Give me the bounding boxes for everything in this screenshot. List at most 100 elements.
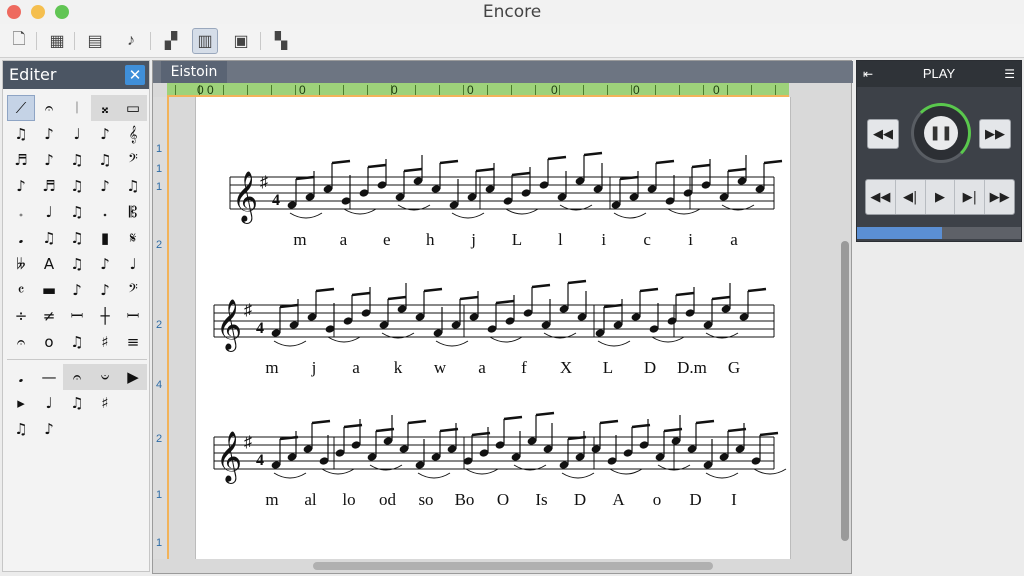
skip-forward-button[interactable]: ▶▶ <box>985 180 1014 214</box>
palette-tool[interactable]: ♪ <box>35 416 63 442</box>
palette-tool[interactable]: ≠ <box>35 303 63 329</box>
palette-tool[interactable]: — <box>35 364 63 390</box>
palette-tool[interactable]: 𝅘 <box>7 364 35 390</box>
horizontal-scrollbar[interactable] <box>313 562 713 570</box>
palette-tool[interactable]: ♩ <box>35 199 63 225</box>
palette-tool[interactable]: ♫ <box>63 173 91 199</box>
playback-tools-icon[interactable]: ♪ <box>118 28 144 54</box>
palette-tool[interactable]: ♪ <box>91 277 119 303</box>
palette-tool[interactable]: 𝄪 <box>91 95 119 121</box>
palette-tool[interactable]: 𝄐 <box>63 364 91 390</box>
fast-forward-button[interactable]: ▶▶ <box>979 119 1011 149</box>
minimize-window-button[interactable] <box>31 5 45 19</box>
palette-tool[interactable]: ♫ <box>91 147 119 173</box>
palette-tool[interactable]: 𝆹 <box>7 199 35 225</box>
palette-tool[interactable]: ♪ <box>35 147 63 173</box>
lyric-syllable: j <box>470 230 476 249</box>
palette-tool[interactable]: ♩ <box>119 251 147 277</box>
palette-tool[interactable]: ⟋ <box>7 95 35 121</box>
palette-tool[interactable]: 𝄐 <box>35 95 63 121</box>
close-icon[interactable]: ✕ <box>125 65 145 85</box>
save-icon[interactable]: ▦ <box>44 28 70 54</box>
ruler-marker[interactable]: 0 <box>551 83 558 97</box>
play-panel: ⇤ PLAY ☰ ◀◀ ❚❚ ▶▶ ◀◀ ◀| ▶ ▶| ▶▶ <box>856 60 1022 242</box>
palette-tool[interactable]: ♪ <box>91 121 119 147</box>
palette-tool[interactable]: 𝄑 <box>91 364 119 390</box>
palette-tool[interactable]: 𝄡 <box>119 199 147 225</box>
next-button[interactable]: ▶| <box>955 180 986 214</box>
menu-icon[interactable]: ☰ <box>1004 61 1015 87</box>
palette-tool[interactable]: ▬ <box>35 277 63 303</box>
palette-tool[interactable]: ▶ <box>119 364 147 390</box>
ruler-marker[interactable]: 0 <box>299 83 306 97</box>
palette-tool[interactable]: ♫ <box>63 251 91 277</box>
palette-tool[interactable]: 𝄩 <box>119 303 147 329</box>
score-staves[interactable]: 𝄞 ♯4m a e h j Ll i c i a𝄞 ♯4m j a k w a f X L D D.m G𝄞 ♯4m al lo o… <box>196 97 790 559</box>
palette-tool[interactable]: 𝄴 <box>7 277 35 303</box>
palette-tool[interactable]: ♪ <box>63 277 91 303</box>
palette-tool[interactable]: 𝄐 <box>7 329 35 355</box>
palette-tool[interactable]: ♫ <box>119 173 147 199</box>
previous-button[interactable]: ◀| <box>896 180 926 214</box>
palette-tool[interactable]: ♪ <box>35 121 63 147</box>
palette-tool[interactable]: 𝄫 <box>7 251 35 277</box>
ruler-marker[interactable]: 0 <box>207 83 214 97</box>
palette-tool[interactable]: 𝄀 <box>63 95 91 121</box>
close-window-button[interactable] <box>7 5 21 19</box>
palette-tool[interactable]: ♯ <box>91 390 119 416</box>
skip-back-button[interactable]: ◀◀ <box>866 180 896 214</box>
palette-tool[interactable]: ♫ <box>63 199 91 225</box>
ruler-marker[interactable]: 0 <box>467 83 474 97</box>
pause-button[interactable]: ❚❚ <box>924 116 958 150</box>
palette-tool[interactable]: ♪ <box>91 251 119 277</box>
tab-score[interactable]: Eistoin <box>161 61 227 83</box>
palette-tool[interactable]: ♩ <box>63 121 91 147</box>
palette-tool[interactable]: ▸ <box>7 390 35 416</box>
ruler-marker[interactable]: 0 <box>197 83 204 97</box>
palette-tool[interactable]: ♬ <box>35 173 63 199</box>
palette-tool[interactable]: o <box>35 329 63 355</box>
palette-tool[interactable]: ♫ <box>7 416 35 442</box>
playback-progress[interactable] <box>857 227 1021 239</box>
lyric-syllable: m <box>265 358 278 377</box>
rewind-button[interactable]: ◀◀ <box>867 119 899 149</box>
parts-icon[interactable]: ▤ <box>82 28 108 54</box>
palette-tool[interactable]: 𝄞 <box>119 121 147 147</box>
measure-ruler[interactable]: 00000000 <box>167 83 789 97</box>
palette-tool[interactable]: 𝄢 <box>119 277 147 303</box>
palette-tool[interactable]: ♫ <box>35 225 63 251</box>
palette-tool[interactable]: ♪ <box>7 173 35 199</box>
palette-tool[interactable]: A <box>35 251 63 277</box>
zoom-window-button[interactable] <box>55 5 69 19</box>
palette-tool[interactable]: ♩ <box>35 390 63 416</box>
palette-tool[interactable]: ♪ <box>91 173 119 199</box>
new-document-icon[interactable]: 🗋 <box>6 28 32 54</box>
score-page[interactable]: 𝄞 ♯ 4 m a e h j Ll i c i a 𝄞 ♯ 4 m j a k w a f X L D D.m G 𝄞 ♯ 4 m al lo o… <box>195 97 791 559</box>
palette-tool[interactable]: 𝄩 <box>63 303 91 329</box>
palette-tool[interactable]: ♫ <box>63 329 91 355</box>
palette-tool[interactable]: 𝄋 <box>119 225 147 251</box>
score-setup-icon[interactable]: ▣ <box>228 28 254 54</box>
ruler-marker[interactable]: 0 <box>391 83 398 97</box>
editor-icon[interactable]: ▥ <box>192 28 218 54</box>
palette-tool[interactable]: ▮ <box>91 225 119 251</box>
vertical-scrollbar[interactable] <box>841 241 849 541</box>
palette-tool[interactable]: ÷ <box>7 303 35 329</box>
palette-icon[interactable]: ▞ <box>158 28 184 54</box>
palette-tool[interactable]: ≡ <box>119 329 147 355</box>
palette-tool[interactable]: ▭ <box>119 95 147 121</box>
palette-tool[interactable]: ♫ <box>7 121 35 147</box>
play-button[interactable]: ▶ <box>926 180 956 214</box>
palette-tool[interactable]: ┼ <box>91 303 119 329</box>
palette-tool[interactable]: 𝄢 <box>119 147 147 173</box>
ruler-marker[interactable]: 0 <box>713 83 720 97</box>
palette-tool[interactable]: ♫ <box>63 225 91 251</box>
palette-tool[interactable]: ♫ <box>63 147 91 173</box>
palette-tool[interactable]: ♬ <box>7 147 35 173</box>
palette-tool[interactable]: ♫ <box>63 390 91 416</box>
palette-tool[interactable]: 𝅘 <box>7 225 35 251</box>
ruler-marker[interactable]: 0 <box>633 83 640 97</box>
palette-tool[interactable]: ♯ <box>91 329 119 355</box>
mixer-icon[interactable]: ▚ <box>268 28 294 54</box>
palette-tool[interactable]: 𝆺 <box>91 199 119 225</box>
